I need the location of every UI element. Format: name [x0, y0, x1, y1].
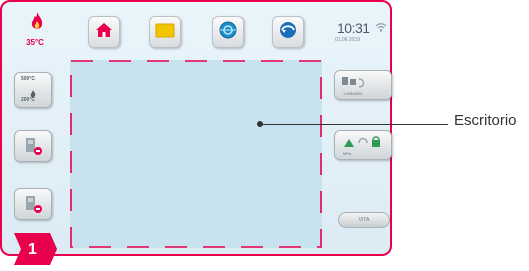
vita-button[interactable]: VITA [338, 212, 390, 228]
pressure-label: MPa [343, 151, 352, 156]
wifi-icon [375, 20, 387, 38]
temp-bottom-label: 200°C [21, 97, 35, 103]
firing-program-button-2[interactable] [14, 188, 52, 220]
furnace-icon [25, 136, 43, 161]
temperature-readout: 35°C [26, 38, 44, 47]
folder-icon [155, 22, 175, 43]
update-button[interactable] [272, 16, 304, 48]
firing-program-button-1[interactable] [14, 130, 52, 162]
furnace-icon [25, 194, 43, 219]
folder-button[interactable] [149, 16, 181, 48]
home-button[interactable] [88, 16, 120, 48]
desktop-frame [70, 60, 322, 248]
clock-date: 01.06.2019 [335, 37, 361, 43]
callout-number: 1 [28, 241, 37, 258]
temperature-program-button[interactable]: 500°C 200°C [14, 72, 52, 108]
callout-line [260, 124, 448, 125]
clock-time: 10:31 [337, 20, 370, 36]
pressure-button[interactable]: MPa [334, 130, 392, 160]
device-screen: 35°C 10:31 01.06.2019 500°C 200°C 1 MIN/… [0, 0, 392, 256]
home-icon [95, 21, 113, 44]
update-icon [278, 20, 298, 45]
vacuum-button[interactable]: 1 MIN/MIN [334, 70, 392, 100]
vacuum-label: 1 MIN/MIN [343, 91, 363, 96]
callout-label: Escritorio [454, 112, 517, 129]
globe-icon [218, 20, 238, 45]
flame-icon [22, 12, 52, 37]
globe-button[interactable] [212, 16, 244, 48]
top-bar: 35°C 10:31 01.06.2019 [2, 2, 390, 54]
temp-top-label: 500°C [21, 76, 35, 82]
